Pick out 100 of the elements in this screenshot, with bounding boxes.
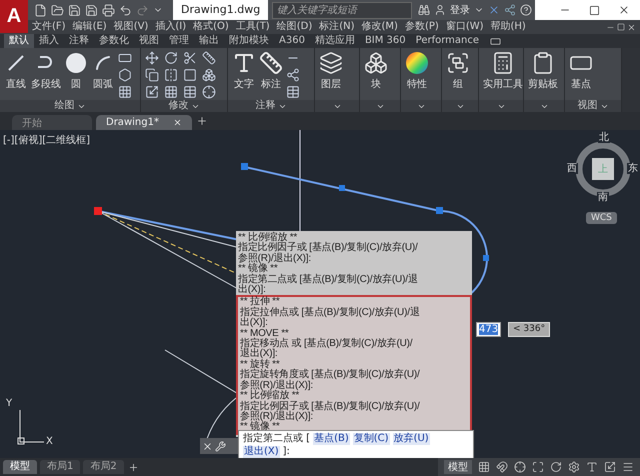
document-tab[interactable]: Drawing1* [96, 115, 192, 130]
menu-item[interactable]: 插入(I) [155, 20, 186, 34]
settings-icon[interactable] [568, 461, 580, 473]
mirror-icon[interactable] [164, 68, 178, 82]
rectangle-icon[interactable] [118, 51, 132, 65]
hexagon-icon[interactable] [118, 68, 132, 82]
user-icon[interactable] [434, 4, 446, 16]
binoculars-icon[interactable] [418, 4, 430, 16]
snap-icon[interactable] [496, 461, 508, 473]
menu-item[interactable]: 格式(O) [193, 20, 229, 34]
add-tab-icon[interactable] [196, 115, 208, 127]
ribbon-tool[interactable]: 标注 [259, 51, 283, 91]
grid-icon[interactable] [164, 85, 178, 99]
ribbon-tab[interactable]: 参数化 [94, 34, 134, 48]
document-tab[interactable]: 开始 [12, 115, 92, 130]
ribbon-tool[interactable]: 特性 [405, 51, 429, 91]
command-line-field[interactable]: 指定第二点或 [ 基点(B) 复制(C) 放弃(U) 退出(X) ]: [238, 430, 474, 458]
command-option[interactable]: 基点(B) [313, 432, 350, 444]
save-as-icon[interactable] [85, 4, 98, 16]
ribbon-tab[interactable]: A360 [274, 34, 310, 48]
annotation-icon[interactable] [586, 461, 598, 473]
menu-item[interactable]: 视图(V) [114, 20, 148, 34]
square-icon[interactable] [183, 68, 197, 82]
ribbon-tool[interactable]: 块 [364, 51, 388, 91]
restore-icon[interactable] [617, 22, 625, 30]
copy-icon[interactable] [145, 68, 159, 82]
search-field[interactable]: 键入关键字或短语 [272, 2, 412, 18]
maximize-icon[interactable] [589, 4, 600, 16]
table-icon[interactable] [286, 85, 300, 99]
hatch-icon[interactable] [118, 85, 132, 99]
help-icon[interactable] [520, 4, 532, 16]
trim-icon[interactable] [183, 51, 197, 65]
model-space-button[interactable]: 模型 [444, 460, 472, 474]
grid-icon[interactable] [478, 461, 490, 473]
new-file-icon[interactable] [34, 4, 47, 16]
command-line-handle[interactable] [200, 438, 238, 454]
menu-item[interactable]: 编辑(E) [72, 20, 107, 34]
close-icon[interactable] [618, 4, 630, 16]
sign-in-link[interactable]: 登录 [450, 3, 470, 17]
close-icon[interactable] [627, 22, 636, 32]
ribbon-tab[interactable]: 精选应用 [310, 34, 360, 48]
compass-west[interactable]: 西 [566, 163, 578, 174]
compass-south[interactable]: 南 [597, 192, 609, 203]
ribbon-tool[interactable]: 剪贴板 [528, 51, 558, 91]
ribbon-tool[interactable]: 基点 [569, 51, 593, 91]
ribbon-tab[interactable]: 插入 [34, 34, 64, 48]
scale-icon[interactable] [145, 85, 159, 99]
ribbon-tool[interactable]: 实用工具 [483, 51, 523, 91]
crosshair-icon[interactable] [202, 85, 216, 99]
ribbon-tool[interactable]: 圆 [64, 51, 88, 91]
close-icon[interactable] [202, 440, 213, 452]
ribbon-tab[interactable]: 管理 [164, 34, 194, 48]
compass-north[interactable]: 北 [598, 132, 610, 143]
ribbon-tab[interactable]: 视图 [134, 34, 164, 48]
leader-icon[interactable] [286, 68, 300, 82]
menu-item[interactable]: 窗口(W) [446, 20, 484, 34]
scale-icon[interactable] [604, 461, 616, 473]
menu-item[interactable]: 文件(F) [32, 20, 66, 34]
ruler-icon[interactable] [202, 51, 216, 65]
layout-tab[interactable]: 模型 [3, 460, 37, 474]
print-icon[interactable] [102, 4, 115, 16]
layout-tab[interactable]: 布局2 [83, 460, 124, 474]
ribbon-tool[interactable]: 直线 [4, 51, 28, 91]
menu-item[interactable]: 修改(M) [362, 20, 398, 34]
menu-item[interactable]: 参数(P) [404, 20, 439, 34]
distance-input[interactable]: 473 [476, 322, 502, 337]
wcs-menu[interactable]: WCS [586, 212, 617, 224]
menu-item[interactable]: 绘图(D) [276, 20, 312, 34]
compass-east[interactable]: 东 [627, 163, 639, 174]
ribbon-tool[interactable]: 组 [446, 51, 470, 91]
ribbon-tab[interactable]: Performance [410, 34, 484, 48]
ribbon-tool[interactable]: 图层 [319, 51, 343, 91]
open-folder-icon[interactable] [51, 4, 64, 16]
layout-tab[interactable]: 布局1 [40, 460, 80, 474]
ribbon-tool[interactable]: 文字 [232, 51, 256, 91]
command-option[interactable]: 复制(C) [352, 432, 390, 444]
ribbon-tab[interactable]: 注释 [64, 34, 94, 48]
menu-icon[interactable] [622, 461, 634, 473]
wrench-icon[interactable] [215, 440, 226, 452]
table-icon[interactable] [183, 85, 197, 99]
add-layout-icon[interactable] [128, 462, 139, 472]
save-icon[interactable] [68, 4, 81, 16]
share-icon[interactable] [504, 4, 516, 16]
ribbon-tab[interactable]: 附加模块 [224, 34, 274, 48]
menu-item[interactable]: 工具(T) [236, 20, 270, 34]
ribbon-tool[interactable]: 多段线 [31, 51, 61, 91]
panel-toggle-icon[interactable] [490, 36, 502, 46]
move-icon[interactable] [145, 51, 159, 65]
ribbon-tab[interactable]: BIM 360 [360, 34, 411, 48]
menu-item[interactable]: 标注(N) [319, 20, 355, 34]
crosshair-icon[interactable] [514, 461, 526, 473]
undo-icon[interactable] [119, 4, 132, 16]
ribbon-tab[interactable]: 默认 [4, 34, 34, 48]
command-option[interactable]: 退出(X) [243, 446, 280, 458]
menu-item[interactable]: 帮助(H) [490, 20, 526, 34]
rotate-icon[interactable] [164, 51, 178, 65]
close-icon[interactable] [172, 118, 182, 127]
app-logo[interactable]: A [0, 0, 28, 33]
command-option[interactable]: 放弃(U) [392, 432, 430, 444]
ribbon-tab[interactable]: 输出 [194, 34, 224, 48]
